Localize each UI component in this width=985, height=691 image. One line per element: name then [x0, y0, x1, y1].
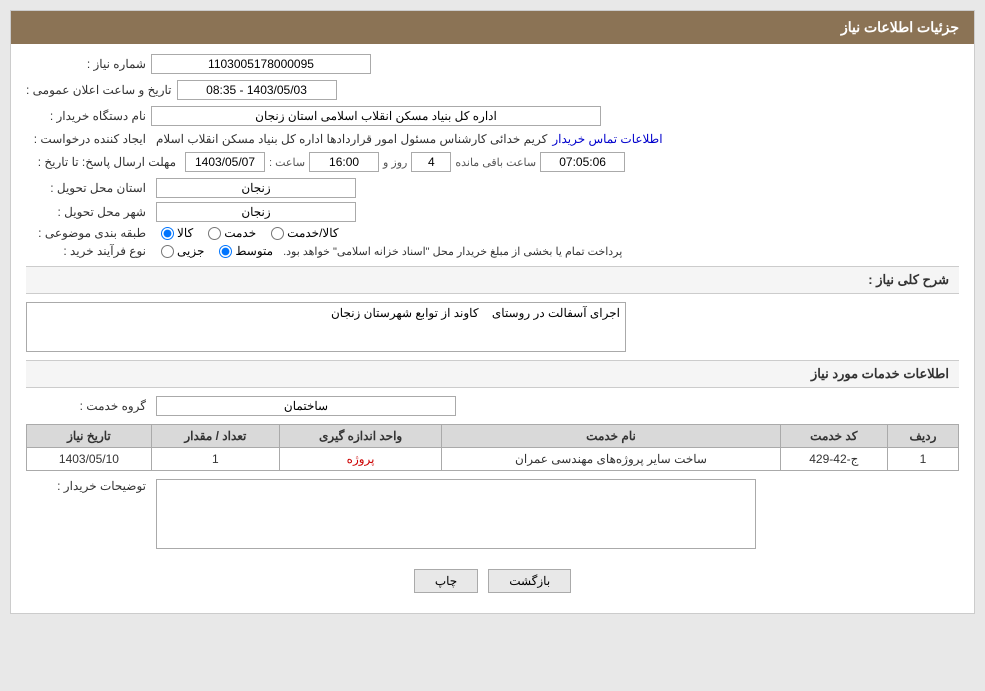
col-header-row-num: ردیف — [887, 425, 958, 448]
service-group-input[interactable] — [156, 396, 456, 416]
province-label: استان محل تحویل : — [26, 181, 146, 195]
category-option-2[interactable]: خدمت — [208, 226, 256, 240]
category-option-3-label: کالا/خدمت — [287, 226, 338, 240]
cell-unit[interactable]: پروژه — [279, 448, 441, 471]
description-section-label: شرح کلی نیاز : — [868, 272, 949, 287]
process-label: نوع فرآیند خرید : — [26, 244, 146, 258]
services-table-section: ردیف کد خدمت نام خدمت واحد اندازه گیری ت… — [26, 424, 959, 471]
page-wrapper: جزئیات اطلاعات نیاز شماره نیاز : تاریخ و… — [0, 0, 985, 691]
process-option-2[interactable]: متوسط — [219, 244, 273, 258]
deadline-row: ساعت باقی مانده روز و ساعت : مهلت ارسال … — [26, 152, 959, 172]
deadline-date-input[interactable] — [185, 152, 265, 172]
category-option-3[interactable]: کالا/خدمت — [271, 226, 338, 240]
date-label: تاریخ و ساعت اعلان عمومی : — [26, 83, 172, 97]
need-number-input[interactable] — [151, 54, 371, 74]
col-header-qty: تعداد / مقدار — [151, 425, 279, 448]
city-input[interactable] — [156, 202, 356, 222]
description-textarea[interactable]: اجرای آسفالت در روستای کاوند از توابع شه… — [26, 302, 626, 352]
category-radio-2[interactable] — [208, 227, 221, 240]
category-option-1[interactable]: کالا — [161, 226, 193, 240]
days-input[interactable] — [411, 152, 451, 172]
creator-row: اطلاعات تماس خریدار کریم خدائی کارشناس م… — [26, 132, 959, 146]
category-radio-1[interactable] — [161, 227, 174, 240]
print-button[interactable]: چاپ — [414, 569, 478, 593]
need-number-label: شماره نیاز : — [26, 57, 146, 71]
time-input[interactable] — [309, 152, 379, 172]
contact-link[interactable]: اطلاعات تماس خریدار — [552, 132, 662, 146]
category-option-1-label: کالا — [177, 226, 193, 240]
main-container: جزئیات اطلاعات نیاز شماره نیاز : تاریخ و… — [10, 10, 975, 614]
province-input[interactable] — [156, 178, 356, 198]
process-radio-1[interactable] — [161, 245, 174, 258]
org-label: نام دستگاه خریدار : — [26, 109, 146, 123]
back-button[interactable]: بازگشت — [488, 569, 571, 593]
day-label: روز و — [383, 156, 407, 169]
process-radio-2[interactable] — [219, 245, 232, 258]
page-title: جزئیات اطلاعات نیاز — [841, 19, 959, 35]
col-header-code: کد خدمت — [780, 425, 887, 448]
category-row: کالا/خدمت خدمت کالا طبقه بندی موضوعی : — [26, 226, 959, 240]
table-header-row: ردیف کد خدمت نام خدمت واحد اندازه گیری ت… — [27, 425, 959, 448]
buyer-notes-textarea[interactable] — [156, 479, 756, 549]
page-header: جزئیات اطلاعات نیاز — [11, 11, 974, 44]
col-header-unit: واحد اندازه گیری — [279, 425, 441, 448]
category-option-2-label: خدمت — [224, 226, 256, 240]
need-number-row: شماره نیاز : — [26, 54, 959, 74]
service-group-row: گروه خدمت : — [26, 396, 959, 416]
date-input[interactable] — [177, 80, 337, 100]
category-radio-3[interactable] — [271, 227, 284, 240]
province-row: استان محل تحویل : — [26, 178, 959, 198]
buttons-row: بازگشت چاپ — [26, 559, 959, 603]
cell-date: 1403/05/10 — [27, 448, 152, 471]
city-label: شهر محل تحویل : — [26, 205, 146, 219]
process-option-2-label: متوسط — [235, 244, 273, 258]
process-note: پرداخت تمام یا بخشی از مبلغ خریدار محل "… — [283, 245, 622, 258]
creator-value: کریم خدائی کارشناس مسئول امور قراردادها … — [156, 132, 547, 146]
city-row: شهر محل تحویل : — [26, 202, 959, 222]
col-header-name: نام خدمت — [442, 425, 780, 448]
process-radio-group: متوسط جزیی — [161, 244, 273, 258]
services-table: ردیف کد خدمت نام خدمت واحد اندازه گیری ت… — [26, 424, 959, 471]
deadline-label: مهلت ارسال پاسخ: تا تاریخ : — [26, 155, 176, 169]
services-section-header: اطلاعات خدمات مورد نیاز — [26, 360, 959, 388]
cell-qty: 1 — [151, 448, 279, 471]
org-input[interactable] — [151, 106, 601, 126]
cell-name: ساخت سایر پروژه‌های مهندسی عمران — [442, 448, 780, 471]
category-label: طبقه بندی موضوعی : — [26, 226, 146, 240]
col-header-date: تاریخ نیاز — [27, 425, 152, 448]
org-row: نام دستگاه خریدار : — [26, 106, 959, 126]
cell-row-num: 1 — [887, 448, 958, 471]
countdown-input[interactable] — [540, 152, 625, 172]
process-option-1-label: جزیی — [177, 244, 204, 258]
table-row: 1 ج-42-429 ساخت سایر پروژه‌های مهندسی عم… — [27, 448, 959, 471]
remaining-label: ساعت باقی مانده — [455, 156, 536, 169]
services-section-label: اطلاعات خدمات مورد نیاز — [811, 366, 949, 381]
creator-label: ایجاد کننده درخواست : — [26, 132, 146, 146]
time-label: ساعت : — [269, 156, 305, 169]
service-group-label: گروه خدمت : — [26, 399, 146, 413]
process-option-1[interactable]: جزیی — [161, 244, 204, 258]
cell-code: ج-42-429 — [780, 448, 887, 471]
buyer-notes-row: توضیحات خریدار : — [26, 479, 959, 549]
description-box: اجرای آسفالت در روستای کاوند از توابع شه… — [26, 302, 959, 352]
category-radio-group: کالا/خدمت خدمت کالا — [161, 226, 339, 240]
description-section-header: شرح کلی نیاز : — [26, 266, 959, 294]
content-area: شماره نیاز : تاریخ و ساعت اعلان عمومی : … — [11, 44, 974, 613]
date-row: تاریخ و ساعت اعلان عمومی : — [26, 80, 959, 100]
process-row: پرداخت تمام یا بخشی از مبلغ خریدار محل "… — [26, 244, 959, 258]
buyer-notes-label: توضیحات خریدار : — [26, 479, 146, 493]
